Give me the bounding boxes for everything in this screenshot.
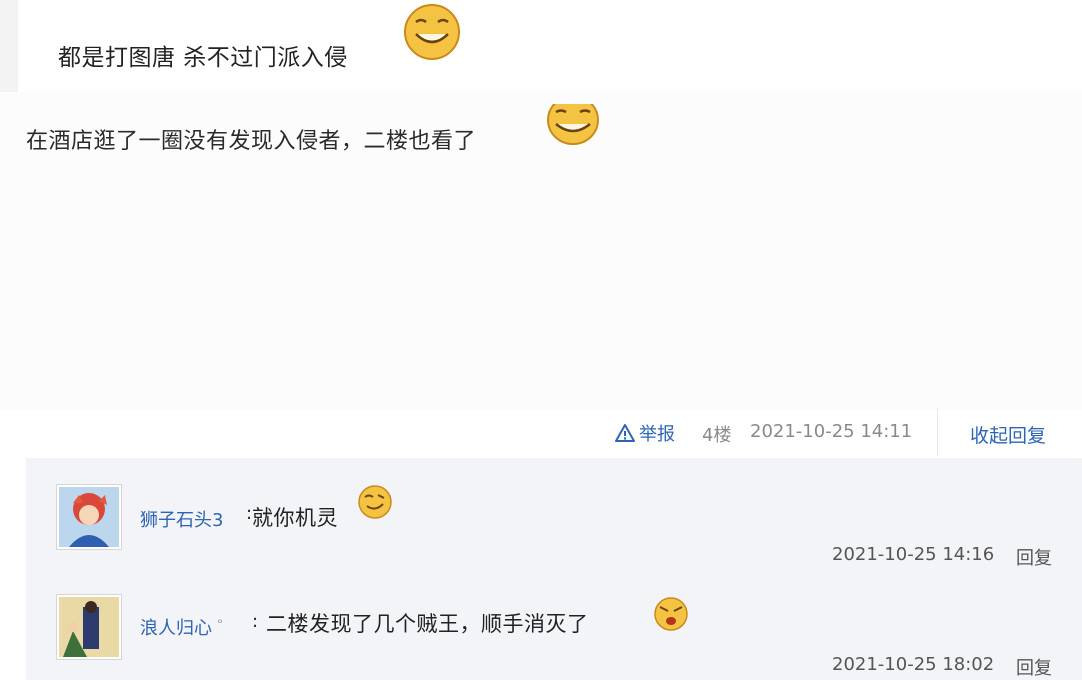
angry-face-icon — [654, 597, 688, 631]
reply-button[interactable]: 回复 — [1016, 654, 1052, 680]
post-meta-bar — [0, 410, 1082, 456]
smile-face-icon — [404, 4, 460, 60]
reply-content: 二楼发现了几个贼王，顺手消灭了 — [266, 612, 589, 636]
floor-number: 4楼 — [702, 425, 732, 446]
reply-username[interactable]: 浪人归心 ᵒ — [140, 614, 223, 640]
user-badge: ᵒ — [217, 616, 223, 630]
post-content: 在酒店逛了一圈没有发现入侵者，二楼也看了 — [26, 129, 477, 154]
report-link[interactable]: 举报 — [614, 420, 675, 446]
reply-content: 就你机灵 — [252, 506, 338, 530]
report-label: 举报 — [639, 424, 675, 445]
collapse-replies-button[interactable]: 收起回复 — [970, 421, 1046, 448]
reply-list — [26, 458, 1082, 680]
reply-timestamp: 2021-10-25 18:02 — [832, 654, 995, 675]
smirk-face-icon — [358, 485, 392, 519]
warning-icon — [615, 424, 635, 442]
reply-timestamp: 2021-10-25 14:16 — [832, 544, 995, 565]
avatar[interactable] — [56, 594, 122, 660]
reply-colon: : — [252, 611, 259, 632]
post-timestamp: 2021-10-25 14:11 — [750, 421, 913, 442]
left-shade — [0, 0, 18, 92]
reply-username[interactable]: 狮子石头3 — [140, 506, 223, 532]
previous-post-text: 都是打图唐 杀不过门派入侵 — [58, 45, 348, 71]
reply-username-text: 浪人归心 — [140, 618, 212, 639]
divider — [937, 408, 938, 456]
smile-face-icon — [547, 104, 599, 145]
avatar[interactable] — [56, 484, 122, 550]
reply-button[interactable]: 回复 — [1016, 544, 1052, 570]
